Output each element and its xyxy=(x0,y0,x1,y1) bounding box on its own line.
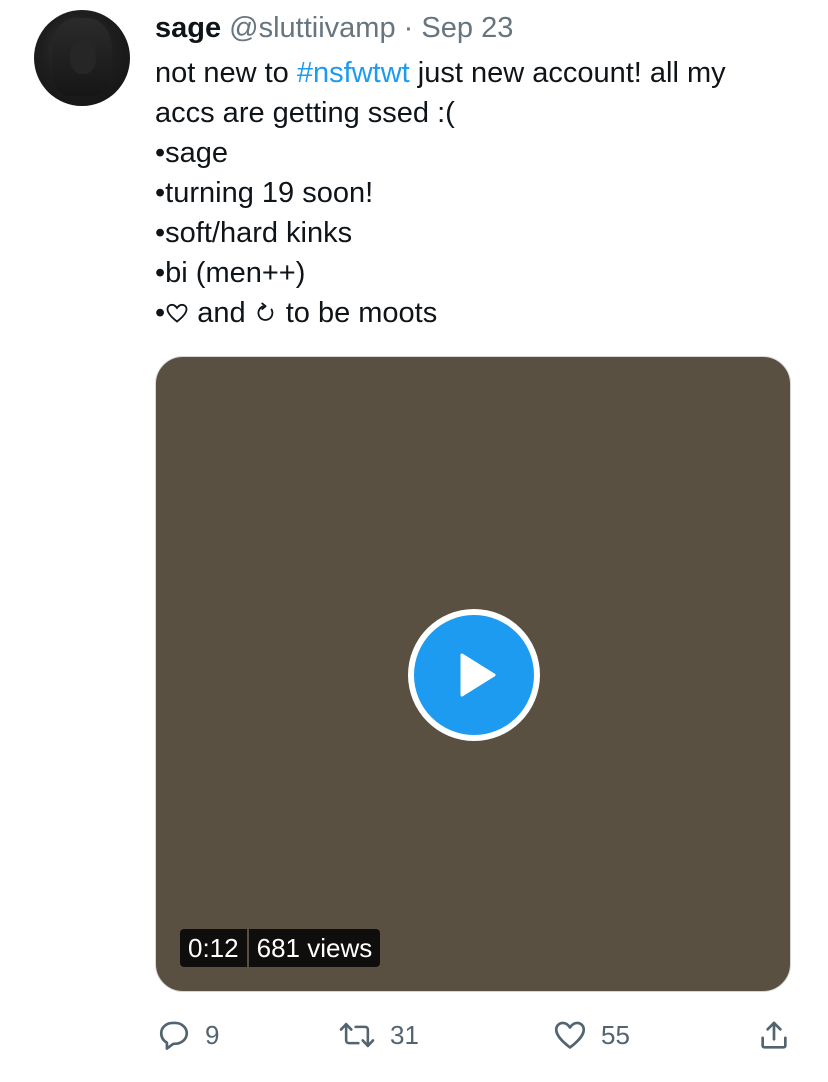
like-count: 55 xyxy=(601,1019,630,1050)
tweet-line-2: accs are getting ssed :( xyxy=(155,97,455,129)
retweet-count: 31 xyxy=(390,1019,419,1050)
bullet-line: •sage xyxy=(155,137,229,169)
hashtag-link[interactable]: #nsfwtwt xyxy=(297,57,410,89)
last-line-end: to be moots xyxy=(277,297,438,329)
clockwise-refresh-icon xyxy=(254,296,278,336)
tweet-header: sage @sluttiivamp · Sep 23 xyxy=(155,10,513,46)
video-views: 681 views xyxy=(246,929,381,967)
tweet-date[interactable]: Sep 23 xyxy=(421,12,513,44)
bullet-line-last: • and to be moots xyxy=(155,293,805,336)
header-separator: · xyxy=(403,12,414,44)
action-bar: 9 31 55 xyxy=(155,1018,795,1064)
avatar-face xyxy=(70,40,96,74)
video-player[interactable]: 0:12 681 views xyxy=(155,356,791,992)
tweet-text: not new to #nsfwtwt just new account! al… xyxy=(155,53,805,336)
reply-icon xyxy=(159,1021,189,1050)
avatar[interactable] xyxy=(34,10,130,106)
video-badges: 0:12 681 views xyxy=(180,929,381,967)
heart-outline-icon xyxy=(165,296,189,336)
like-button[interactable]: 55 xyxy=(553,1018,630,1052)
last-bullet: • xyxy=(155,297,166,329)
bullet-line: •soft/hard kinks xyxy=(155,217,353,249)
play-button-circle xyxy=(414,615,534,735)
last-line-and: and xyxy=(189,297,254,329)
author-handle[interactable]: @sluttiivamp xyxy=(229,12,395,44)
video-duration: 0:12 xyxy=(180,929,247,967)
retweet-button[interactable]: 31 xyxy=(338,1018,419,1052)
heart-icon xyxy=(554,1021,586,1049)
tweet-line-1: not new to #nsfwtwt just new account! al… xyxy=(155,53,805,93)
reply-button[interactable]: 9 xyxy=(157,1018,219,1052)
share-button[interactable] xyxy=(757,1018,791,1052)
bullet-line: •turning 19 soon! xyxy=(155,177,374,209)
bullet-line: •bi (men++) xyxy=(155,257,306,289)
play-icon xyxy=(460,653,496,697)
text-before-hashtag: not new to xyxy=(155,57,297,89)
retweet-icon xyxy=(339,1022,375,1048)
reply-count: 9 xyxy=(205,1019,220,1050)
text-after-hashtag: just new account! all my xyxy=(409,57,726,89)
play-button[interactable] xyxy=(408,609,540,741)
author-name[interactable]: sage xyxy=(155,12,221,44)
share-icon xyxy=(761,1021,787,1049)
